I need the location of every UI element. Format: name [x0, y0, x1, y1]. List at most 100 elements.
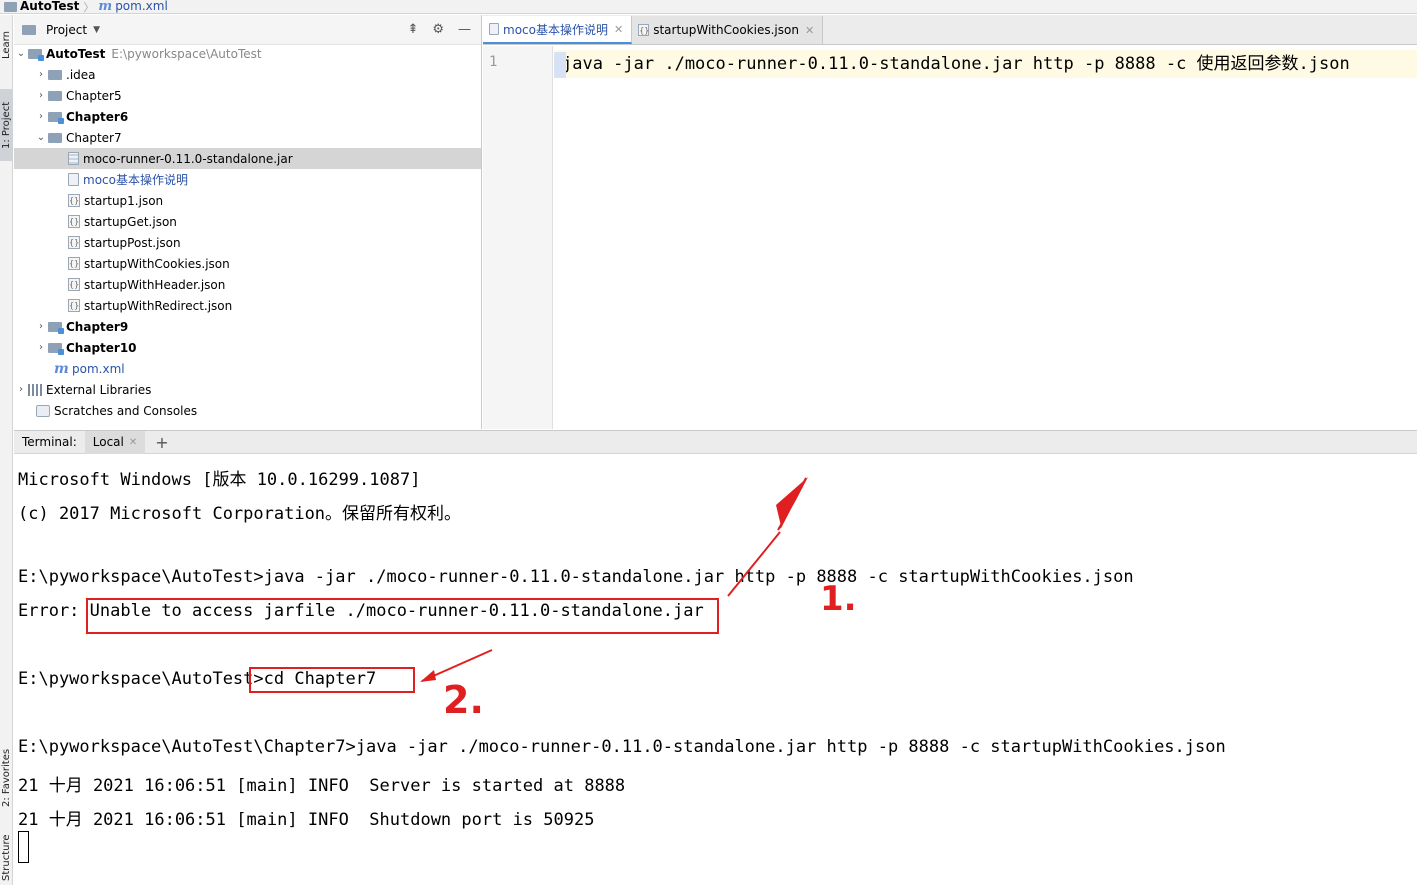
terminal-line: 21 十月 2021 16:06:51 [main] INFO Server i… [18, 776, 626, 796]
editor-gutter: 1 [483, 46, 553, 429]
tree-item-moco-guide[interactable]: moco基本操作说明 [14, 169, 481, 190]
json-file-icon: {} [68, 257, 80, 270]
tree-item-label: Chapter5 [66, 88, 122, 103]
tree-item-label: startupGet.json [84, 214, 177, 229]
tree-item-path: E:\pyworkspace\AutoTest [111, 46, 262, 61]
breadcrumb-project[interactable]: AutoTest [0, 0, 80, 13]
chevron-right-icon[interactable]: › [34, 111, 48, 122]
chevron-right-icon[interactable]: › [34, 90, 48, 101]
tree-item-label: startupWithCookies.json [84, 256, 230, 271]
chevron-right-icon[interactable]: › [14, 384, 28, 395]
json-file-icon: {} [638, 24, 650, 36]
structure-tool-tab-label: Structure [1, 834, 12, 882]
terminal-output[interactable]: Microsoft Windows [版本 10.0.16299.1087] (… [14, 455, 1417, 885]
project-view-selector[interactable]: Project [46, 23, 87, 37]
project-tool-tab[interactable]: 1: Project [0, 89, 13, 161]
code-text: java -jar ./moco-runner-0.11.0-standalon… [562, 54, 1350, 74]
tree-item-label: Chapter9 [66, 319, 129, 334]
terminal-line: 21 十月 2021 16:06:51 [main] INFO Shutdown… [18, 810, 595, 830]
editor-tab-bar: moco基本操作说明 ✕ {} startupWithCookies.json … [483, 15, 1417, 45]
project-panel-header: Project ▼ ⇞ ⚙ — [14, 15, 481, 45]
module-folder-icon [48, 321, 64, 334]
chevron-right-icon[interactable]: › [34, 69, 48, 80]
tree-item-startupwithheader-json[interactable]: {} startupWithHeader.json [14, 274, 481, 295]
folder-icon [48, 90, 62, 101]
chevron-down-icon[interactable]: ▼ [93, 25, 100, 35]
breadcrumb-file[interactable]: m pom.xml [98, 0, 167, 14]
chevron-right-icon[interactable]: › [34, 321, 48, 332]
jar-file-icon [68, 152, 79, 165]
module-folder-icon [28, 48, 44, 61]
chevron-right-icon[interactable]: › [34, 342, 48, 353]
tree-item-label: .idea [66, 67, 96, 82]
scratch-icon [36, 404, 50, 417]
tree-item-idea[interactable]: › .idea [14, 64, 481, 85]
terminal-line: E:\pyworkspace\AutoTest\Chapter7>java -j… [18, 737, 1226, 757]
terminal-line: Error: Unable to access jarfile ./moco-r… [18, 601, 704, 621]
terminal-tab-local[interactable]: Local ✕ [84, 430, 146, 454]
tree-item-label: Chapter7 [66, 130, 122, 145]
tree-item-label: startupPost.json [84, 235, 181, 250]
tree-item-label: pom.xml [72, 361, 125, 376]
favorites-tool-tab-label: 2: Favorites [1, 748, 12, 808]
terminal-header: Terminal: Local ✕ + [14, 430, 1417, 454]
terminal-tab-label: Local [92, 435, 124, 449]
tree-item-pom-xml[interactable]: m pom.xml [14, 358, 481, 379]
tree-item-chapter5[interactable]: › Chapter5 [14, 85, 481, 106]
tree-item-label: External Libraries [46, 382, 152, 397]
editor-code-area[interactable]: java -jar ./moco-runner-0.11.0-standalon… [554, 46, 1417, 429]
project-view-icon [22, 24, 36, 35]
tree-item-startupget-json[interactable]: {} startupGet.json [14, 211, 481, 232]
tab-startupwithcookies-json[interactable]: {} startupWithCookies.json ✕ [632, 16, 824, 44]
library-icon [28, 383, 42, 396]
gear-icon[interactable]: ⚙ [432, 22, 444, 37]
tree-item-chapter7[interactable]: ⌄ Chapter7 [14, 127, 481, 148]
structure-tool-tab[interactable]: Structure [0, 831, 13, 885]
line-number: 1 [489, 54, 498, 70]
tree-item-label: startupWithRedirect.json [84, 298, 233, 313]
breadcrumb-separator: 〉 [83, 0, 95, 14]
chevron-down-icon[interactable]: ⌄ [34, 132, 48, 143]
maven-icon: m [98, 0, 113, 14]
tree-item-label: Chapter6 [66, 109, 129, 124]
terminal-line: E:\pyworkspace\AutoTest>cd Chapter7 [18, 669, 377, 689]
tree-item-chapter9[interactable]: › Chapter9 [14, 316, 481, 337]
left-tool-strip: Learn 1: Project 2: Favorites Structure [0, 15, 13, 885]
module-folder-icon [48, 111, 64, 124]
tree-item-chapter6[interactable]: › Chapter6 [14, 106, 481, 127]
breadcrumb-project-label: AutoTest [20, 0, 80, 13]
tree-item-moco-jar[interactable]: moco-runner-0.11.0-standalone.jar [14, 148, 481, 169]
tree-item-label: Chapter10 [66, 340, 137, 355]
tree-item-label: startupWithHeader.json [84, 277, 226, 292]
favorites-tool-tab[interactable]: 2: Favorites [0, 737, 13, 819]
tree-item-scratches[interactable]: Scratches and Consoles [14, 400, 481, 421]
close-icon[interactable]: ✕ [614, 23, 623, 36]
chevron-down-icon[interactable]: ⌄ [14, 48, 28, 59]
tree-item-startupwithcookies-json[interactable]: {} startupWithCookies.json [14, 253, 481, 274]
json-file-icon: {} [68, 215, 80, 228]
new-terminal-icon[interactable]: + [155, 433, 168, 452]
terminal-line: Microsoft Windows [版本 10.0.16299.1087] [18, 470, 421, 490]
close-icon[interactable]: ✕ [805, 24, 814, 37]
tree-item-startup1-json[interactable]: {} startup1.json [14, 190, 481, 211]
code-line[interactable]: java -jar ./moco-runner-0.11.0-standalon… [554, 50, 1417, 78]
project-panel: Project ▼ ⇞ ⚙ — ⌄ AutoTest E:\pyworkspac… [14, 15, 482, 429]
navigation-breadcrumb: AutoTest 〉 m pom.xml [0, 0, 1417, 14]
terminal-title: Terminal: [22, 435, 77, 449]
close-icon[interactable]: ✕ [129, 437, 137, 448]
minimize-icon[interactable]: — [458, 22, 471, 37]
folder-icon [48, 69, 62, 80]
learn-tool-tab[interactable]: Learn [0, 23, 13, 67]
tab-moco-guide[interactable]: moco基本操作说明 ✕ [483, 16, 633, 44]
tree-item-chapter10[interactable]: › Chapter10 [14, 337, 481, 358]
tree-item-autotest[interactable]: ⌄ AutoTest E:\pyworkspace\AutoTest [14, 43, 481, 64]
tree-item-startupwithredirect-json[interactable]: {} startupWithRedirect.json [14, 295, 481, 316]
tree-item-startuppost-json[interactable]: {} startupPost.json [14, 232, 481, 253]
collapse-all-icon[interactable]: ⇞ [407, 22, 418, 37]
tree-item-label: Scratches and Consoles [54, 403, 198, 418]
tree-item-label: startup1.json [84, 193, 164, 208]
text-file-icon [68, 173, 79, 186]
tree-item-external-libraries[interactable]: › External Libraries [14, 379, 481, 400]
project-tool-tab-label: 1: Project [1, 101, 12, 149]
json-file-icon: {} [68, 194, 80, 207]
